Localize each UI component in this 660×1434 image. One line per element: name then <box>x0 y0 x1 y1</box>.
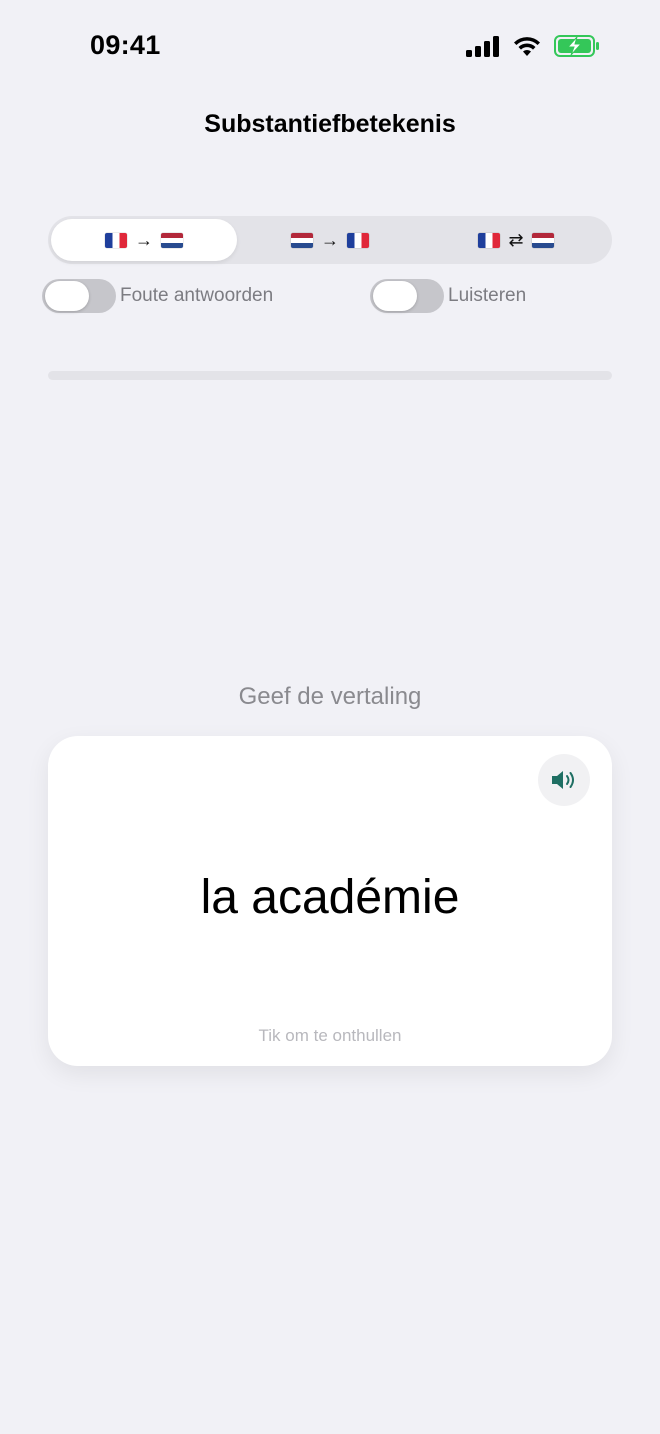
segment-nl-to-fr[interactable]: → <box>237 219 423 261</box>
wrong-answers-toggle[interactable] <box>42 279 116 313</box>
speaker-button[interactable] <box>538 754 590 806</box>
wrong-answers-label: Foute antwoorden <box>120 285 274 306</box>
progress-bar <box>48 371 612 380</box>
page-title: Substantiefbetekenis <box>204 110 456 138</box>
speaker-icon <box>552 771 574 789</box>
dutch-flag-icon <box>291 232 313 248</box>
status-time: 09:41 <box>90 30 161 60</box>
wrong-answers-toggle-row: Foute antwoorden <box>42 279 273 313</box>
french-flag-icon <box>347 232 369 248</box>
status-icons <box>466 35 600 57</box>
flashcard-word: la académie <box>200 871 460 924</box>
dutch-flag-icon <box>161 232 183 248</box>
reveal-hint: Tik om te onthullen <box>258 1026 402 1045</box>
battery-charging-icon <box>554 35 599 57</box>
listen-toggle-row: Luisteren <box>370 279 526 313</box>
toggle-knob <box>45 281 89 311</box>
wifi-icon <box>514 37 540 56</box>
french-flag-icon <box>478 232 501 248</box>
dutch-flag-icon <box>531 232 554 248</box>
toggle-knob <box>373 281 417 311</box>
segment-fr-to-nl[interactable]: → <box>51 219 237 261</box>
prompt-text: Geef de vertaling <box>238 683 422 710</box>
arrow-right-icon: → <box>321 229 339 250</box>
screen: 09:41 Substantiefbetekenis → → ⇄ Foute a… <box>0 0 660 1434</box>
flashcard[interactable]: la académie Tik om te onthullen <box>48 736 612 1066</box>
arrow-right-icon: → <box>135 229 153 250</box>
swap-arrows-icon: ⇄ <box>508 229 524 250</box>
listen-toggle[interactable] <box>370 279 444 313</box>
direction-segmented-control: → → ⇄ <box>48 216 612 264</box>
segment-both-directions[interactable]: ⇄ <box>423 219 609 261</box>
signal-icon <box>466 36 499 57</box>
listen-label: Luisteren <box>448 285 527 306</box>
french-flag-icon <box>105 232 127 248</box>
